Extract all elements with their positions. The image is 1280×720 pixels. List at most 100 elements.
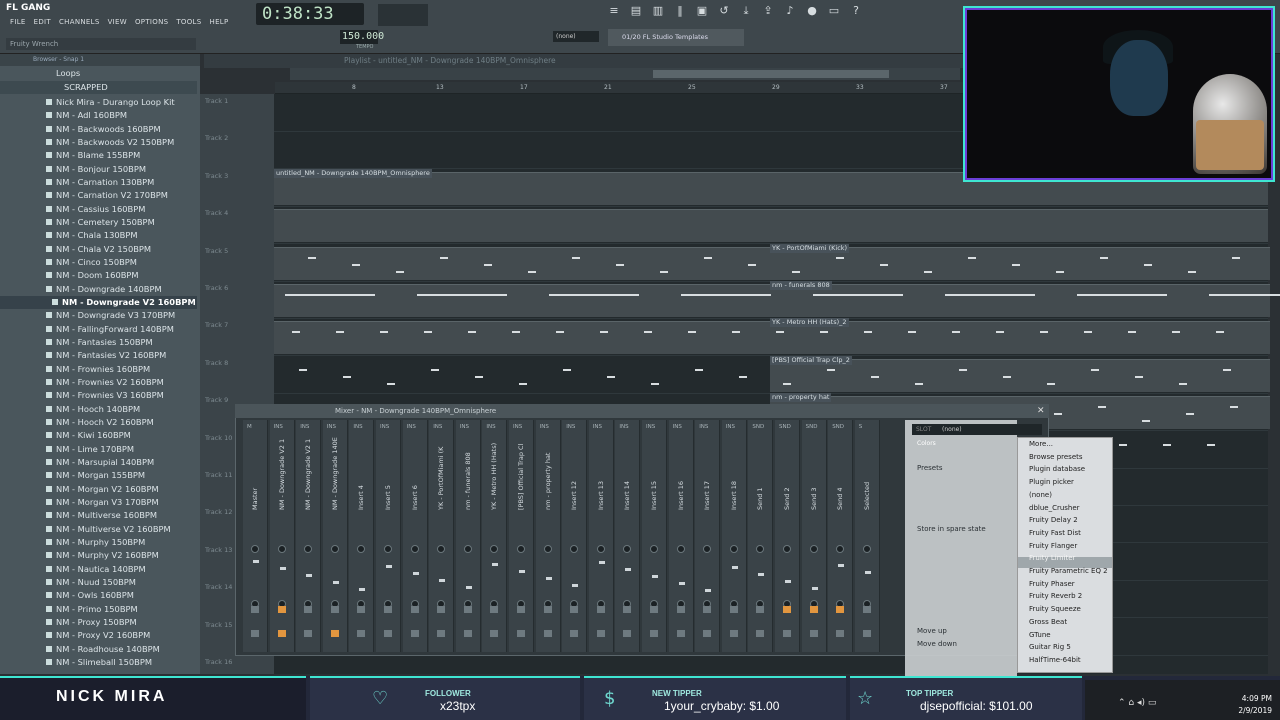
fx-slot[interactable] — [543, 630, 552, 637]
track-label[interactable]: Track 2 — [205, 134, 228, 142]
playlist-clip[interactable] — [274, 246, 770, 280]
fx-slot[interactable] — [570, 630, 579, 637]
fx-slot[interactable] — [410, 630, 419, 637]
browser-item[interactable]: NM - Frownies V3 160BPM — [0, 389, 197, 402]
pattern-selector[interactable]: (none) — [553, 31, 599, 42]
fader-handle[interactable] — [572, 584, 579, 587]
fader-handle[interactable] — [811, 587, 818, 590]
plugin-menu-item[interactable]: Plugin picker — [1029, 478, 1074, 486]
fader-handle[interactable] — [598, 561, 605, 564]
browser-item[interactable]: NM - Nuud 150BPM — [0, 576, 197, 589]
fx-slot[interactable] — [756, 630, 765, 637]
browser-item[interactable]: NM - Primo 150BPM — [0, 603, 197, 616]
menu-help[interactable]: HELP — [210, 18, 229, 32]
menu-tools[interactable]: TOOLS — [176, 18, 201, 32]
fx-slot[interactable] — [437, 606, 446, 613]
slot-menu-move-down[interactable]: Move down — [917, 640, 957, 648]
fader-handle[interactable] — [731, 566, 738, 569]
browser-item[interactable]: NM - Bonjour 150BPM — [0, 163, 197, 176]
fader-handle[interactable] — [253, 560, 259, 563]
playlist-clip[interactable] — [274, 209, 1268, 243]
browser-item[interactable]: NM - Roadhouse 140BPM — [0, 643, 197, 656]
track-label[interactable]: Track 7 — [205, 321, 228, 329]
playlist-clip[interactable] — [770, 284, 1270, 317]
plugin-menu-item[interactable]: Fruity Delay 2 — [1029, 516, 1078, 524]
channel-rack-icon[interactable]: ▥ — [652, 5, 664, 17]
plugin-menu-item[interactable]: Gross Beat — [1029, 618, 1067, 626]
playlist-icon[interactable]: ≡ — [608, 5, 620, 17]
plugin-menu-item[interactable]: Fruity Parametric EQ 2 — [1029, 567, 1108, 575]
plugin-menu-item[interactable]: Fruity Fast Dist — [1029, 529, 1081, 537]
undo-icon[interactable]: ↺ — [718, 5, 730, 17]
browser-item[interactable]: NM - Morgan 155BPM — [0, 469, 197, 482]
fader-handle[interactable] — [545, 577, 552, 580]
menu-channels[interactable]: CHANNELS — [59, 18, 100, 32]
fx-slot[interactable] — [570, 606, 579, 613]
fx-slot[interactable] — [517, 606, 525, 613]
fx-slot[interactable] — [277, 606, 286, 613]
scrollbar-thumb[interactable] — [653, 70, 889, 78]
browser-item[interactable]: NM - Frownies 160BPM — [0, 363, 197, 376]
plugin-menu-item[interactable]: Fruity Flanger — [1029, 542, 1077, 550]
fx-slot[interactable] — [650, 606, 658, 613]
fx-slot[interactable] — [357, 630, 366, 637]
browser-item[interactable]: NM - Murphy V2 160BPM — [0, 549, 197, 562]
browser-item[interactable]: NM - Multiverse V2 160BPM — [0, 523, 197, 536]
track-label[interactable]: Track 13 — [205, 546, 232, 554]
menu-options[interactable]: OPTIONS — [135, 18, 168, 32]
fx-slot[interactable] — [410, 606, 419, 613]
browser-folder[interactable]: Loops — [0, 67, 197, 80]
browser-item[interactable]: NM - Murphy 150BPM — [0, 536, 197, 549]
browser-item[interactable]: NM - Marsupial 140BPM — [0, 456, 197, 469]
menu-file[interactable]: FILE — [10, 18, 26, 32]
fx-slot[interactable] — [384, 606, 392, 613]
track-label[interactable]: Track 12 — [205, 508, 232, 516]
browser-folder[interactable]: SCRAPPED — [0, 81, 197, 95]
browser-item[interactable]: NM - Carnation 130BPM — [0, 176, 197, 189]
browser-item[interactable]: NM - Proxy 150BPM — [0, 616, 197, 629]
plugin-menu-item[interactable]: HalfTime-64bit — [1029, 656, 1081, 664]
fx-slot[interactable] — [836, 606, 845, 613]
browser-item[interactable]: NM - Kiwi 160BPM — [0, 429, 197, 442]
fx-slot[interactable] — [783, 630, 791, 637]
pan-knob[interactable] — [463, 545, 472, 553]
browser-item[interactable]: NM - Owls 160BPM — [0, 589, 197, 602]
plugin-menu-item[interactable]: GTune — [1029, 631, 1051, 639]
pan-knob[interactable] — [251, 545, 259, 553]
fx-slot[interactable] — [596, 630, 605, 637]
track-label[interactable]: Track 4 — [205, 209, 228, 217]
browser-item[interactable]: NM - Hooch V2 160BPM — [0, 416, 197, 429]
pan-knob[interactable] — [410, 545, 419, 553]
browser-item[interactable]: NM - Downgrade V3 170BPM — [0, 309, 197, 322]
fx-slot[interactable] — [756, 606, 765, 613]
pan-knob[interactable] — [676, 545, 685, 553]
track-label[interactable]: Track 6 — [205, 284, 228, 292]
browser-item[interactable]: NM - Backwoods V2 150BPM — [0, 136, 197, 149]
fx-slot[interactable] — [836, 630, 845, 637]
fader-handle[interactable] — [864, 571, 871, 574]
browser-item[interactable]: NM - Cinco 150BPM — [0, 256, 197, 269]
fx-slot[interactable] — [809, 630, 818, 637]
fx-slot[interactable] — [703, 606, 712, 613]
pan-knob[interactable] — [596, 545, 605, 553]
track-label[interactable]: Track 14 — [205, 583, 232, 591]
mixer-icon[interactable]: ‖ — [674, 5, 686, 17]
menu-edit[interactable]: EDIT — [34, 18, 51, 32]
fx-slot[interactable] — [304, 606, 313, 613]
browser-item[interactable]: NM - Fantasies 150BPM — [0, 336, 197, 349]
plugin-icon[interactable]: ▣ — [696, 5, 708, 17]
fx-slot[interactable] — [596, 606, 605, 613]
fx-slot[interactable] — [357, 606, 366, 613]
close-icon[interactable]: ✕ — [1037, 406, 1045, 416]
fader-handle[interactable] — [386, 565, 392, 568]
fader-handle[interactable] — [279, 567, 286, 570]
fader-handle[interactable] — [465, 586, 472, 589]
playlist-clip[interactable] — [274, 284, 770, 317]
fx-slot[interactable] — [650, 630, 658, 637]
track-label[interactable]: Track 5 — [205, 247, 228, 255]
download-icon[interactable]: ⤓ — [740, 5, 752, 17]
track-label[interactable]: Track 3 — [205, 172, 228, 180]
browser-item[interactable]: NM - Multiverse 160BPM — [0, 509, 197, 522]
fx-slot[interactable] — [490, 606, 499, 613]
fx-slot[interactable] — [676, 606, 685, 613]
